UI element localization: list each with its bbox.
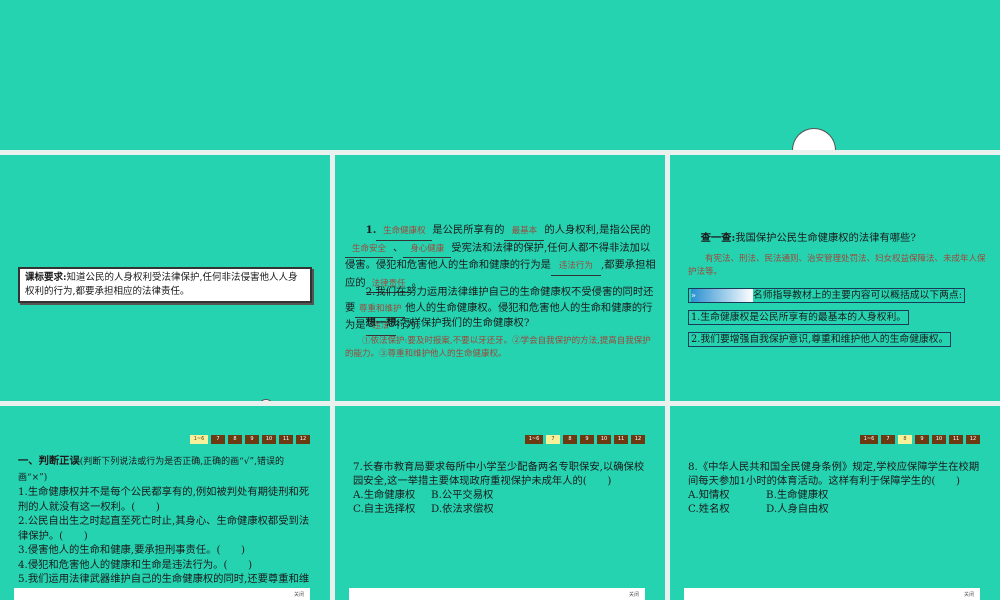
question-nav: 1~6 7 8 9 10 11 12: [860, 435, 980, 444]
nav-8[interactable]: 8: [563, 435, 577, 444]
laws-answer: 有宪法、刑法、民法通则、治安管理处罚法、妇女权益保障法、未成年人保护法等。: [688, 253, 988, 279]
nav-7[interactable]: 7: [881, 435, 895, 444]
question-nav: 1~6 7 8 9 10 11 12: [190, 435, 310, 444]
nav-1-6[interactable]: 1~6: [525, 435, 543, 444]
nav-9[interactable]: 9: [580, 435, 594, 444]
text: 、: [393, 241, 404, 254]
slide-question-8[interactable]: 1~6 7 8 9 10 11 12 8.《中华人民共和国全民健身条例》规定,学校应保障学生…: [670, 406, 1000, 600]
nav-10[interactable]: 10: [932, 435, 946, 444]
nav-1-6[interactable]: 1~6: [190, 435, 208, 444]
nav-7[interactable]: 7: [546, 435, 560, 444]
slide-laws[interactable]: 查一查:我国保护公民生命健康权的法律有哪些? 有宪法、刑法、民法通则、治安管理处…: [670, 155, 1000, 401]
option-b[interactable]: B.生命健康权: [766, 489, 828, 501]
close-button[interactable]: 关闭: [629, 592, 639, 598]
think-answer: ①依法保护:要及时报案,不要以牙还牙。②学会自我保护的方法,提高自我保护的能力。…: [345, 335, 657, 361]
tf-item: 1.生命健康权并不是每个公民都享有的,例如被判处有期徒刑和死刑的人就没有这一权利…: [18, 486, 310, 513]
nav-7[interactable]: 7: [211, 435, 225, 444]
section-title: 一、判断正误(判断下列说法或行为是否正确,正确的画“√”,错误的画“×”): [18, 454, 313, 485]
nav-11[interactable]: 11: [279, 435, 293, 444]
think-question: 想一想:怎样保护我们的生命健康权?: [345, 316, 530, 332]
option-d[interactable]: D.人身自由权: [766, 503, 829, 515]
answer-blank: 身心健康: [403, 242, 452, 258]
close-bar[interactable]: 关闭: [14, 588, 310, 600]
guide-heading: » 名师指导教材上的主要内容可以概括成以下两点:: [688, 288, 966, 303]
nav-8[interactable]: 8: [228, 435, 242, 444]
nav-9[interactable]: 9: [915, 435, 929, 444]
text: 是公民所享有的: [432, 224, 505, 236]
option-a[interactable]: A.知情权: [688, 488, 766, 502]
teacher-guide: » 名师指导教材上的主要内容可以概括成以下两点: 1.生命健康权是公民所享有的最基…: [688, 283, 988, 349]
nav-11[interactable]: 11: [949, 435, 963, 444]
nav-12[interactable]: 12: [631, 435, 645, 444]
close-bar[interactable]: 关闭: [684, 588, 980, 600]
check-question: 查一查:我国保护公民生命健康权的法律有哪些?: [680, 231, 916, 247]
option-d[interactable]: D.依法求偿权: [431, 503, 494, 515]
chevron-double-icon: »: [691, 289, 753, 302]
answer-blank: 生命安全: [345, 242, 393, 258]
nav-8[interactable]: 8: [898, 435, 912, 444]
nav-1-6[interactable]: 1~6: [860, 435, 878, 444]
true-false-list: 一、判断正误(判断下列说法或行为是否正确,正确的画“√”,错误的画“×”) 1.…: [18, 454, 313, 600]
fill-paragraph-1: 1. 生命健康权 是公民所享有的 最基本 的人身权利,是指公民的生命安全、身心健康 受宪法…: [345, 223, 657, 293]
answer-blank: 最基本: [504, 224, 545, 241]
answer-blank: 违法行为: [550, 259, 601, 276]
slide-fill-in[interactable]: 1. 生命健康权 是公民所享有的 最基本 的人身权利,是指公民的生命安全、身心健康 受宪法…: [335, 155, 665, 401]
option-c[interactable]: C.姓名权: [688, 502, 766, 516]
check-label: 查一查:: [700, 232, 736, 244]
tf-item: 3.侵害他人的生命和健康,要承担刑事责任。( ): [18, 544, 246, 556]
nav-11[interactable]: 11: [614, 435, 628, 444]
nav-10[interactable]: 10: [262, 435, 276, 444]
question-nav: 1~6 7 8 9 10 11 12: [525, 435, 645, 444]
question: 8.《中华人民共和国全民健身条例》规定,学校应保障学生在校期间每天参加1小时的体…: [688, 460, 983, 516]
guide-text: 名师指导教材上的主要内容可以概括成以下两点:: [753, 290, 963, 301]
req-label: 课标要求:: [25, 272, 67, 283]
option-a[interactable]: A.生命健康权: [353, 488, 431, 502]
title: 一、判断正误: [18, 455, 80, 467]
check-text: 我国保护公民生命健康权的法律有哪些?: [735, 232, 916, 244]
title-slide-strip: [0, 0, 1000, 150]
tf-item: 4.侵犯和危害他人的健康和生命是违法行为。( ): [18, 558, 253, 571]
tf-item: 2.公民自出生之时起直至死亡时止,其身心、生命健康权都受到法律保护。( ): [18, 515, 310, 542]
requirement-box: 课标要求:知道公民的人身权利受法律保护,任何非法侵害他人人身权利的行为,都要承担…: [18, 267, 312, 303]
question: 7.长春市教育局要求每所中小学至少配备两名专职保安,以确保校园安全,这一举措主要…: [353, 460, 648, 516]
text: 的人身权利,是指公民的: [544, 224, 651, 236]
nav-12[interactable]: 12: [296, 435, 310, 444]
guide-point: 2.我们要增强自我保护意识,尊重和维护他人的生命健康权。: [688, 332, 952, 347]
slide-requirement[interactable]: 课标要求:知道公民的人身权利受法律保护,任何非法侵害他人人身权利的行为,都要承担…: [0, 155, 330, 401]
question-text: 8.《中华人民共和国全民健身条例》规定,学校应保障学生在校期间每天参加1小时的体…: [688, 461, 980, 487]
nav-10[interactable]: 10: [597, 435, 611, 444]
answer-blank: 生命健康权: [376, 224, 433, 241]
close-button[interactable]: 关闭: [964, 592, 974, 598]
slide-question-7[interactable]: 1~6 7 8 9 10 11 12 7.长春市教育局要求每所中小学至少配备两名专职保安,以…: [335, 406, 665, 600]
close-bar[interactable]: 关闭: [349, 588, 645, 600]
nav-12[interactable]: 12: [966, 435, 980, 444]
req-text: 知道公民的人身权利受法律保护,任何非法侵害他人人身权利的行为,都要承担相应的法律…: [25, 272, 298, 297]
close-button[interactable]: 关闭: [294, 592, 304, 598]
nav-9[interactable]: 9: [245, 435, 259, 444]
num: 1.: [365, 224, 377, 236]
option-b[interactable]: B.公平交易权: [431, 489, 493, 501]
think-text: 怎样保护我们的生命健康权?: [400, 317, 530, 329]
slide-true-false[interactable]: 1~6 7 8 9 10 11 12 一、判断正误(判断下列说法或行为是否正确,正确的画“√…: [0, 406, 330, 600]
answer-text: ①依法保护:要及时报案,不要以牙还牙。②学会自我保护的方法,提高自我保护的能力。…: [345, 336, 651, 359]
option-c[interactable]: C.自主选择权: [353, 502, 431, 516]
character-head-decoration: [258, 399, 274, 401]
guide-point: 1.生命健康权是公民所享有的最基本的人身权利。: [688, 310, 910, 325]
think-label: 想一想:: [365, 317, 401, 329]
character-head-decoration: [792, 128, 836, 150]
answer-text: 有宪法、刑法、民法通则、治安管理处罚法、妇女权益保障法、未成年人保护法等。: [688, 254, 986, 277]
question-text: 7.长春市教育局要求每所中小学至少配备两名专职保安,以确保校园安全,这一举措主要…: [353, 461, 645, 487]
